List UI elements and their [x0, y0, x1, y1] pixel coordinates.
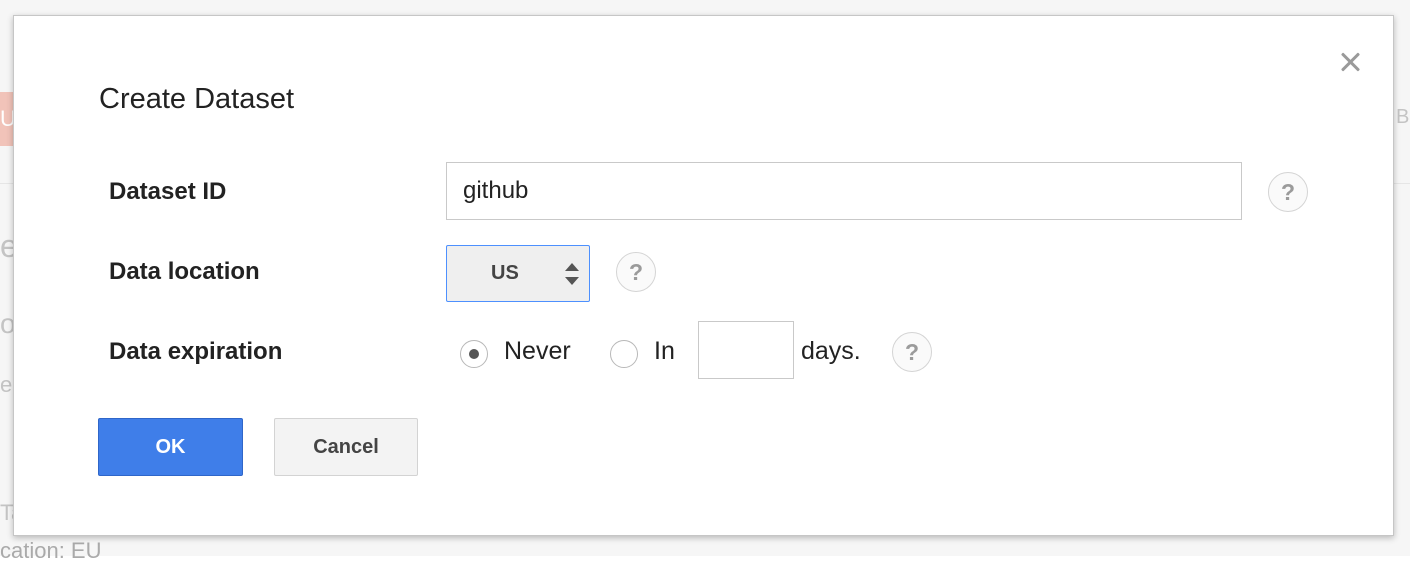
close-icon[interactable]: [1338, 50, 1362, 74]
help-icon[interactable]: ?: [1268, 172, 1308, 212]
background-fragment: cation: EU: [0, 538, 102, 563]
expiration-days-input[interactable]: [698, 321, 794, 379]
ok-button[interactable]: OK: [98, 418, 243, 476]
in-label: In: [654, 337, 675, 365]
help-icon[interactable]: ?: [892, 332, 932, 372]
data-location-select[interactable]: US: [446, 245, 590, 302]
dataset-id-label: Dataset ID: [109, 178, 227, 205]
dataset-id-input[interactable]: [446, 162, 1242, 220]
days-label: days.: [801, 337, 861, 365]
create-dataset-dialog: Create Dataset Dataset ID ? Data locatio…: [13, 15, 1394, 536]
dialog-title: Create Dataset: [99, 83, 295, 115]
data-expiration-label: Data expiration: [109, 338, 283, 365]
background-fragment: B: [1396, 106, 1410, 128]
in-radio[interactable]: [610, 340, 638, 368]
data-location-value: US: [491, 262, 519, 284]
never-label: Never: [504, 337, 571, 365]
help-icon[interactable]: ?: [616, 252, 656, 292]
background-badge: U: [0, 92, 14, 146]
data-location-label: Data location: [109, 258, 260, 285]
never-radio[interactable]: [460, 340, 488, 368]
cancel-button[interactable]: Cancel: [274, 418, 418, 476]
background-fragment: e: [0, 372, 13, 397]
